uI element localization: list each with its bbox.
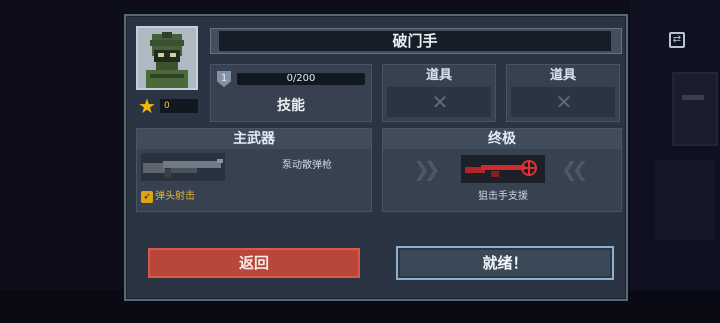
background-window-slot	[682, 95, 704, 100]
back-button[interactable]: 返回	[148, 248, 360, 278]
character-name-bar: 破门手 ⇄	[210, 28, 685, 54]
ultimate-title: 终极	[383, 129, 621, 149]
ready-button[interactable]: 就绪！	[396, 246, 614, 280]
primary-weapon-name: 泵动散弹枪	[282, 160, 332, 171]
background-shelf	[655, 160, 715, 240]
background-window	[672, 72, 718, 146]
bullet-perk-icon: ➶	[141, 191, 153, 203]
item-slot-2[interactable]: 道具 ✕	[506, 64, 620, 122]
empty-x-icon: ✕	[555, 90, 573, 114]
empty-x-icon: ✕	[431, 90, 449, 114]
star-count: 0	[160, 99, 198, 113]
character-name: 破门手	[219, 31, 611, 51]
item-slot-1[interactable]: 道具 ✕	[382, 64, 496, 122]
character-portrait[interactable]	[136, 26, 198, 90]
sniper-rifle-icon	[461, 155, 545, 183]
star-counter: ★ 0	[136, 94, 198, 118]
primary-weapon-title: 主武器	[137, 129, 371, 149]
item-slot-empty: ✕	[387, 87, 491, 117]
item-slot-label: 道具	[425, 68, 452, 83]
star-icon: ★	[138, 94, 156, 118]
item-slot-label: 道具	[549, 68, 576, 83]
ultimate-name: 狙击手支援	[478, 191, 528, 202]
primary-weapon-panel[interactable]: 主武器 泵动散弹枪 ➶ 弹头射击	[136, 128, 372, 212]
skill-panel[interactable]: 1 0/200 技能	[210, 64, 372, 122]
loadout-panel: ★ 0 破门手 ⇄ 1 0/200 技能 道具 ✕ 道具 ✕ 主武器 泵动散弹枪…	[124, 14, 685, 301]
weapon-perk-name: 弹头射击	[155, 191, 195, 202]
skill-xp-text: 0/200	[286, 73, 316, 84]
shotgun-icon	[141, 153, 225, 181]
chevron-left-icon: ❮❮	[561, 157, 588, 181]
skill-label: 技能	[277, 98, 305, 114]
swap-character-icon[interactable]: ⇄	[669, 32, 685, 48]
item-slot-empty: ✕	[511, 87, 615, 117]
chevron-right-icon: ❯❯	[413, 157, 440, 181]
ultimate-panel[interactable]: 终极 ❯❯ ❮❮ 狙击手支援	[382, 128, 622, 212]
soldier-avatar-icon	[138, 28, 196, 88]
skill-level-badge: 1	[217, 71, 231, 87]
